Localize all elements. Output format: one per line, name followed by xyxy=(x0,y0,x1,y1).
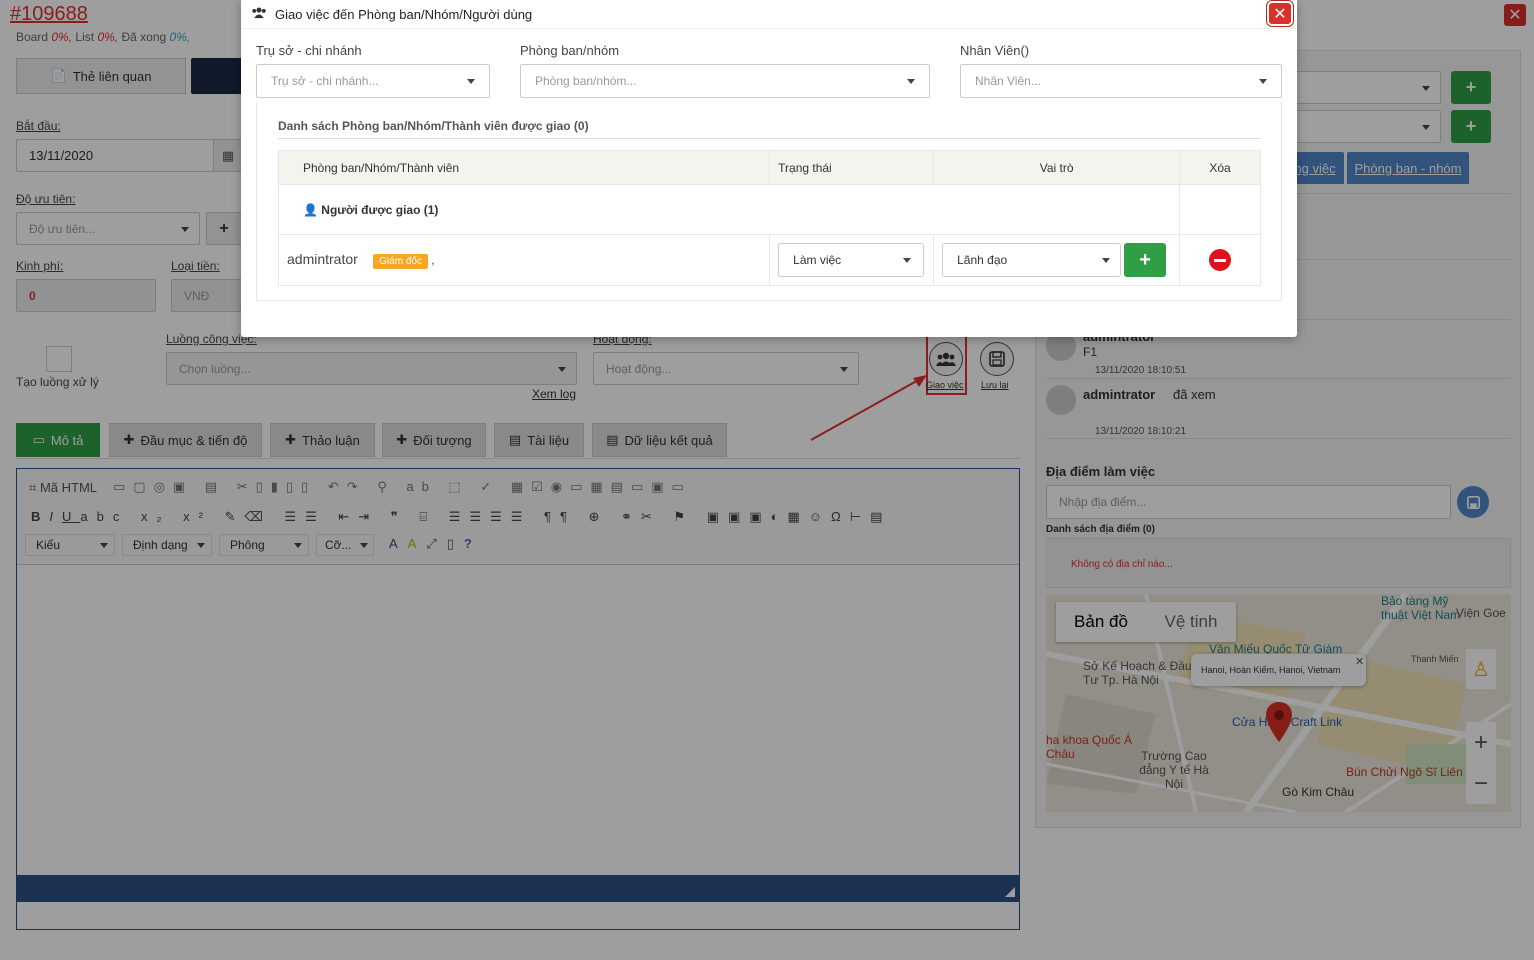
assign-modal: Giao việc đến Phòng ban/Nhóm/Người dùng … xyxy=(241,0,1297,337)
table-header: Phòng ban/Nhóm/Thành viên Trạng thái Vai… xyxy=(277,150,1261,185)
dept-select[interactable]: Phòng ban/nhóm... xyxy=(520,64,930,98)
role-cell: Lãnh đạo + xyxy=(933,234,1181,286)
modal-close-icon[interactable]: ✕ xyxy=(1267,1,1293,26)
col-member: Phòng ban/Nhóm/Thành viên xyxy=(277,150,771,185)
dept-label: Phòng ban/nhóm xyxy=(520,43,620,58)
status-value: Làm việc xyxy=(793,253,842,267)
member-name: admintrator xyxy=(287,251,358,267)
member-separator: , xyxy=(431,253,435,267)
staff-label: Nhân Viên() xyxy=(960,43,1030,58)
chevron-down-icon xyxy=(903,258,912,263)
staff-select[interactable]: Nhân Viên... xyxy=(960,64,1282,98)
delete-cell xyxy=(1179,234,1261,286)
modal-title: Giao việc đến Phòng ban/Nhóm/Người dùng xyxy=(275,7,533,22)
user-icon: 👤 xyxy=(303,202,318,217)
modal-header: Giao việc đến Phòng ban/Nhóm/Người dùng … xyxy=(241,0,1297,29)
group-cell: 👤 Người được giao (1) xyxy=(277,184,1181,235)
col-delete: Xóa xyxy=(1179,150,1261,185)
chevron-down-icon xyxy=(1102,258,1111,263)
chevron-down-icon xyxy=(907,79,915,84)
col-role: Vai trò xyxy=(933,150,1181,185)
role-value: Lãnh đạo xyxy=(957,253,1008,267)
assigned-table: Phòng ban/Nhóm/Thành viên Trạng thái Vai… xyxy=(277,150,1261,286)
group-label: Người được giao (1) xyxy=(321,202,439,217)
add-role-button[interactable]: + xyxy=(1124,243,1167,277)
divider xyxy=(278,138,1261,139)
remove-icon[interactable] xyxy=(1209,249,1232,271)
status-select[interactable]: Làm việc xyxy=(778,243,925,277)
chevron-down-icon xyxy=(1259,79,1267,84)
branch-select[interactable]: Trụ sở - chi nhánh... xyxy=(256,64,490,98)
status-cell: Làm việc xyxy=(769,234,935,286)
group-row: 👤 Người được giao (1) xyxy=(277,184,1261,235)
branch-placeholder: Trụ sở - chi nhánh... xyxy=(271,74,379,88)
staff-placeholder: Nhân Viên... xyxy=(975,74,1041,88)
empty-cell xyxy=(1179,184,1261,235)
table-row: admintrator Giám đốc , Làm việc Lãnh đạo… xyxy=(277,234,1261,286)
assigned-list-title: Danh sách Phòng ban/Nhóm/Thành viên được… xyxy=(278,119,589,133)
users-icon xyxy=(251,6,267,22)
col-status: Trạng thái xyxy=(769,150,935,185)
role-badge: Giám đốc xyxy=(373,254,428,269)
dept-placeholder: Phòng ban/nhóm... xyxy=(535,74,637,88)
assigned-list-panel: Danh sách Phòng ban/Nhóm/Thành viên được… xyxy=(256,102,1282,301)
role-select[interactable]: Lãnh đạo xyxy=(942,243,1122,277)
chevron-down-icon xyxy=(467,79,475,84)
member-cell: admintrator Giám đốc , xyxy=(277,234,771,286)
branch-label: Trụ sở - chi nhánh xyxy=(256,43,362,58)
